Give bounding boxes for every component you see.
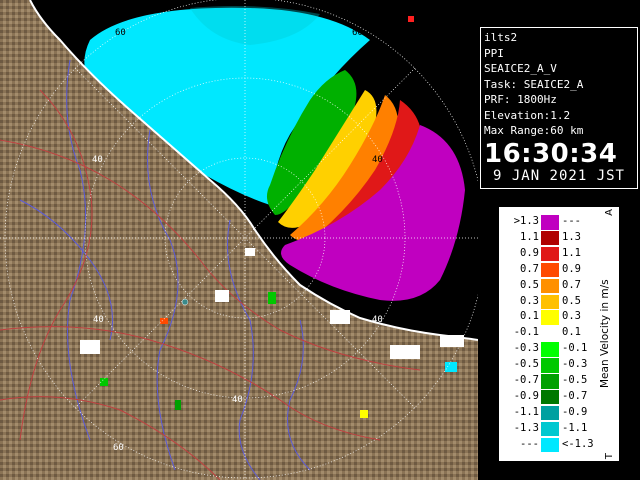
legend-color-swatch [541,326,559,341]
ring-label-40-east: 40 [372,315,383,325]
legend-lower-bound: -0.1 [513,326,539,339]
legend-lower-bound: -1.1 [513,405,539,418]
legend-lower-bound: 0.9 [520,246,539,259]
legend-row: >1.3 --- [499,215,619,230]
scan-time: 16:30:34 [484,138,618,169]
legend-unit-label: Mean Velocity in m/s [599,279,611,389]
ring-label-40-south: 40 [232,395,243,405]
velocity-legend: >1.3 --- 1.1 1.3 0.9 1.1 0.7 0.9 0.5 0.7 0.3 0.5 0.1… [498,206,620,462]
legend-upper-bound: -0.5 [562,374,588,386]
legend-upper-bound: --- [562,215,581,227]
legend-upper-bound: 0.1 [562,326,581,339]
max-range-value: Max Range:60 km [484,124,584,137]
legend-upper-bound: 1.1 [562,246,581,259]
product-type: PPI [484,46,504,60]
legend-upper-bound: 0.7 [562,278,581,291]
legend-lower-bound: >1.3 [513,215,539,227]
scan-date: 9 JAN 2021 JST [492,167,625,184]
task-name: Task: SEAICE2_A [484,77,584,91]
legend-row: --- <-1.3 [499,437,619,453]
legend-color-swatch [541,294,559,310]
legend-color-swatch [541,421,559,437]
top-marker [408,16,414,22]
legend-lower-bound: 0.1 [520,310,539,323]
legend-top-marker: A [604,209,615,216]
legend-color-swatch [541,389,559,405]
prf-value: PRF: 1800Hz [484,93,557,106]
legend-lower-bound: -0.7 [513,374,539,386]
legend-lower-bound: 1.1 [520,230,539,243]
elevation-value: Elevation:1.2 [484,108,571,122]
legend-color-swatch [541,262,559,278]
legend-upper-bound: 0.3 [562,310,581,323]
radar-site-marker [181,298,189,306]
legend-color-swatch [541,310,559,325]
legend-lower-bound: -1.3 [513,421,539,434]
legend-color-swatch [541,246,559,262]
legend-color-swatch [541,278,559,294]
legend-upper-bound: -1.1 [562,421,588,434]
station-name: ilts2 [484,31,518,44]
legend-lower-bound: 0.7 [520,262,539,275]
legend-lower-bound: -0.9 [513,389,539,402]
legend-color-swatch [541,405,559,421]
legend-upper-bound: -0.7 [562,389,588,402]
legend-color-swatch [541,230,559,246]
legend-upper-bound: 1.3 [562,230,581,243]
legend-lower-bound: 0.3 [520,294,539,307]
legend-color-swatch [541,374,559,389]
ring-label-60-ne: 60 [352,28,363,38]
legend-upper-bound: 0.9 [562,262,581,275]
legend-upper-bound: -0.3 [562,358,588,371]
legend-color-swatch [541,215,559,230]
radar-ppi-display[interactable]: 40 40 40 40 40 60 60 60 [0,0,478,480]
dataset-name: SEAICE2_A_V [484,62,557,75]
legend-bottom-marker: T [604,452,615,459]
legend-color-swatch [541,437,559,453]
legend-lower-bound: -0.3 [513,342,539,355]
legend-color-swatch [541,342,559,357]
legend-lower-bound: -0.5 [513,358,539,371]
legend-upper-bound: <-1.3 [562,437,594,450]
ring-label-40-sw: 40 [93,315,104,325]
ring-label-40-north: 40 [372,155,383,165]
legend-color-swatch [541,358,559,373]
ring-label-60-sw: 60 [113,443,124,453]
legend-upper-bound: -0.9 [562,405,588,418]
ring-label-40-west: 40 [92,155,103,165]
legend-upper-bound: -0.1 [562,342,588,355]
info-panel: ilts2 PPI SEAICE2_A_V Task: SEAICE2_A PR… [480,27,638,189]
ring-label-60-nw: 60 [115,28,126,38]
legend-lower-bound: --- [520,437,539,450]
legend-upper-bound: 0.5 [562,294,581,307]
legend-lower-bound: 0.5 [520,278,539,291]
